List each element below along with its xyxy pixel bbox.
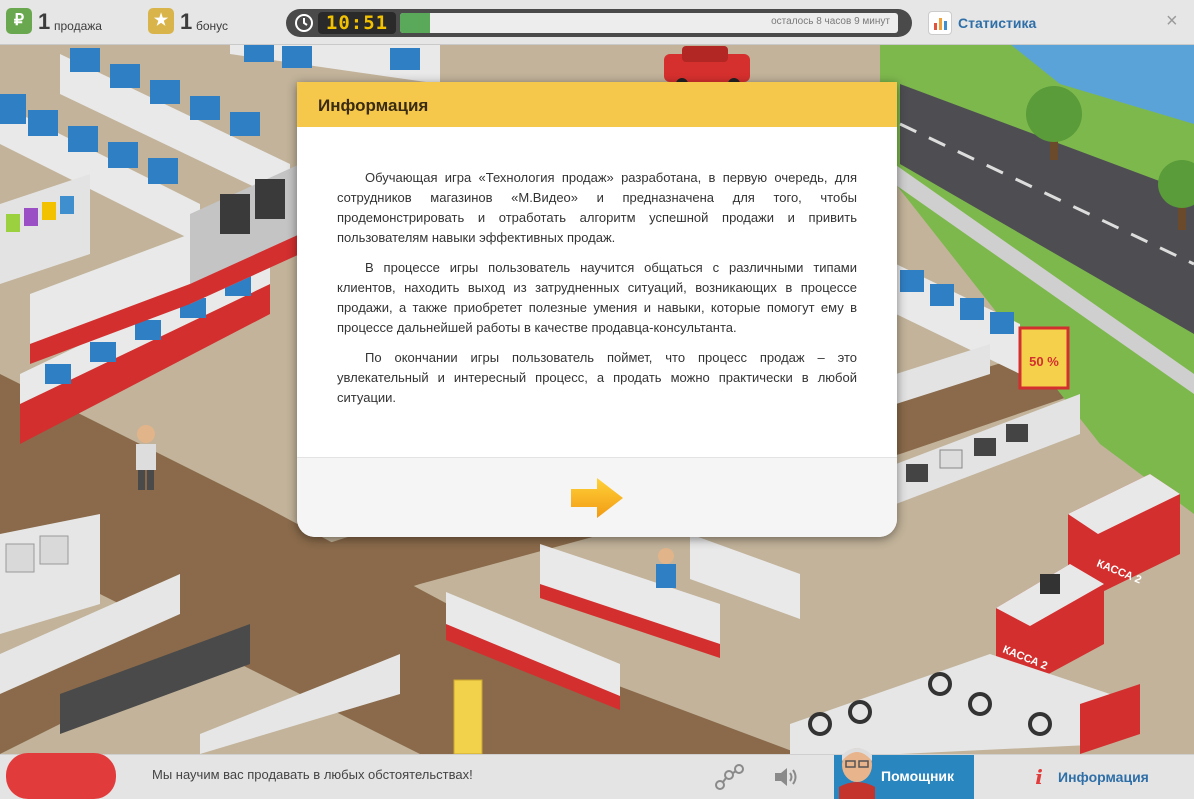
- dialog-paragraph: В процессе игры пользователь научится об…: [337, 260, 857, 335]
- dialog-paragraph: По окончании игры пользователь поймет, ч…: [337, 350, 857, 405]
- info-label: Информация: [1058, 769, 1149, 785]
- timer-remaining-text: осталось 8 часов 9 минут: [771, 16, 890, 27]
- arrow-right-icon: [571, 478, 623, 518]
- ruble-icon: ₽: [6, 8, 32, 34]
- dialog-paragraph: Обучающая игра «Технология продаж» разра…: [337, 170, 857, 245]
- sales-count: 1: [38, 9, 51, 34]
- bonus-count: 1: [180, 9, 193, 34]
- game-timer: 10:51 осталось 8 часов 9 минут: [286, 9, 912, 37]
- assistant-label: Помощник: [881, 768, 955, 784]
- route-icon[interactable]: [714, 763, 744, 791]
- info-dialog: Информация Обучающая игра «Технология пр…: [297, 82, 897, 537]
- top-bar: ₽ 1 продажа ★ 1 бонус 10:51 осталось 8 ч…: [0, 0, 1194, 45]
- menu-button[interactable]: [6, 753, 116, 799]
- sales-label: продажа: [54, 19, 102, 33]
- bottom-bar: Мы научим вас продавать в любых обстояте…: [0, 748, 1194, 799]
- sound-icon[interactable]: [772, 764, 800, 790]
- timer-progress-fill: [400, 13, 430, 33]
- bonus-label: бонус: [196, 19, 229, 33]
- next-button[interactable]: [567, 476, 627, 520]
- timer-display: 10:51: [318, 12, 396, 34]
- dialog-body: Обучающая игра «Технология продаж» разра…: [337, 168, 857, 418]
- bar-chart-icon: [928, 11, 952, 35]
- statistics-label: Статистика: [958, 15, 1037, 31]
- ticker-text: Мы научим вас продавать в любых обстояте…: [152, 767, 473, 782]
- dialog-footer: [297, 457, 897, 537]
- assistant-button[interactable]: Помощник: [834, 748, 974, 799]
- clock-icon: [295, 14, 313, 32]
- info-icon: i: [1035, 765, 1043, 789]
- assistant-avatar: [839, 748, 875, 799]
- timer-progress-bar: осталось 8 часов 9 минут: [400, 13, 898, 33]
- close-icon[interactable]: ×: [1166, 10, 1178, 33]
- dialog-title: Информация: [318, 96, 429, 115]
- star-icon: ★: [148, 8, 174, 34]
